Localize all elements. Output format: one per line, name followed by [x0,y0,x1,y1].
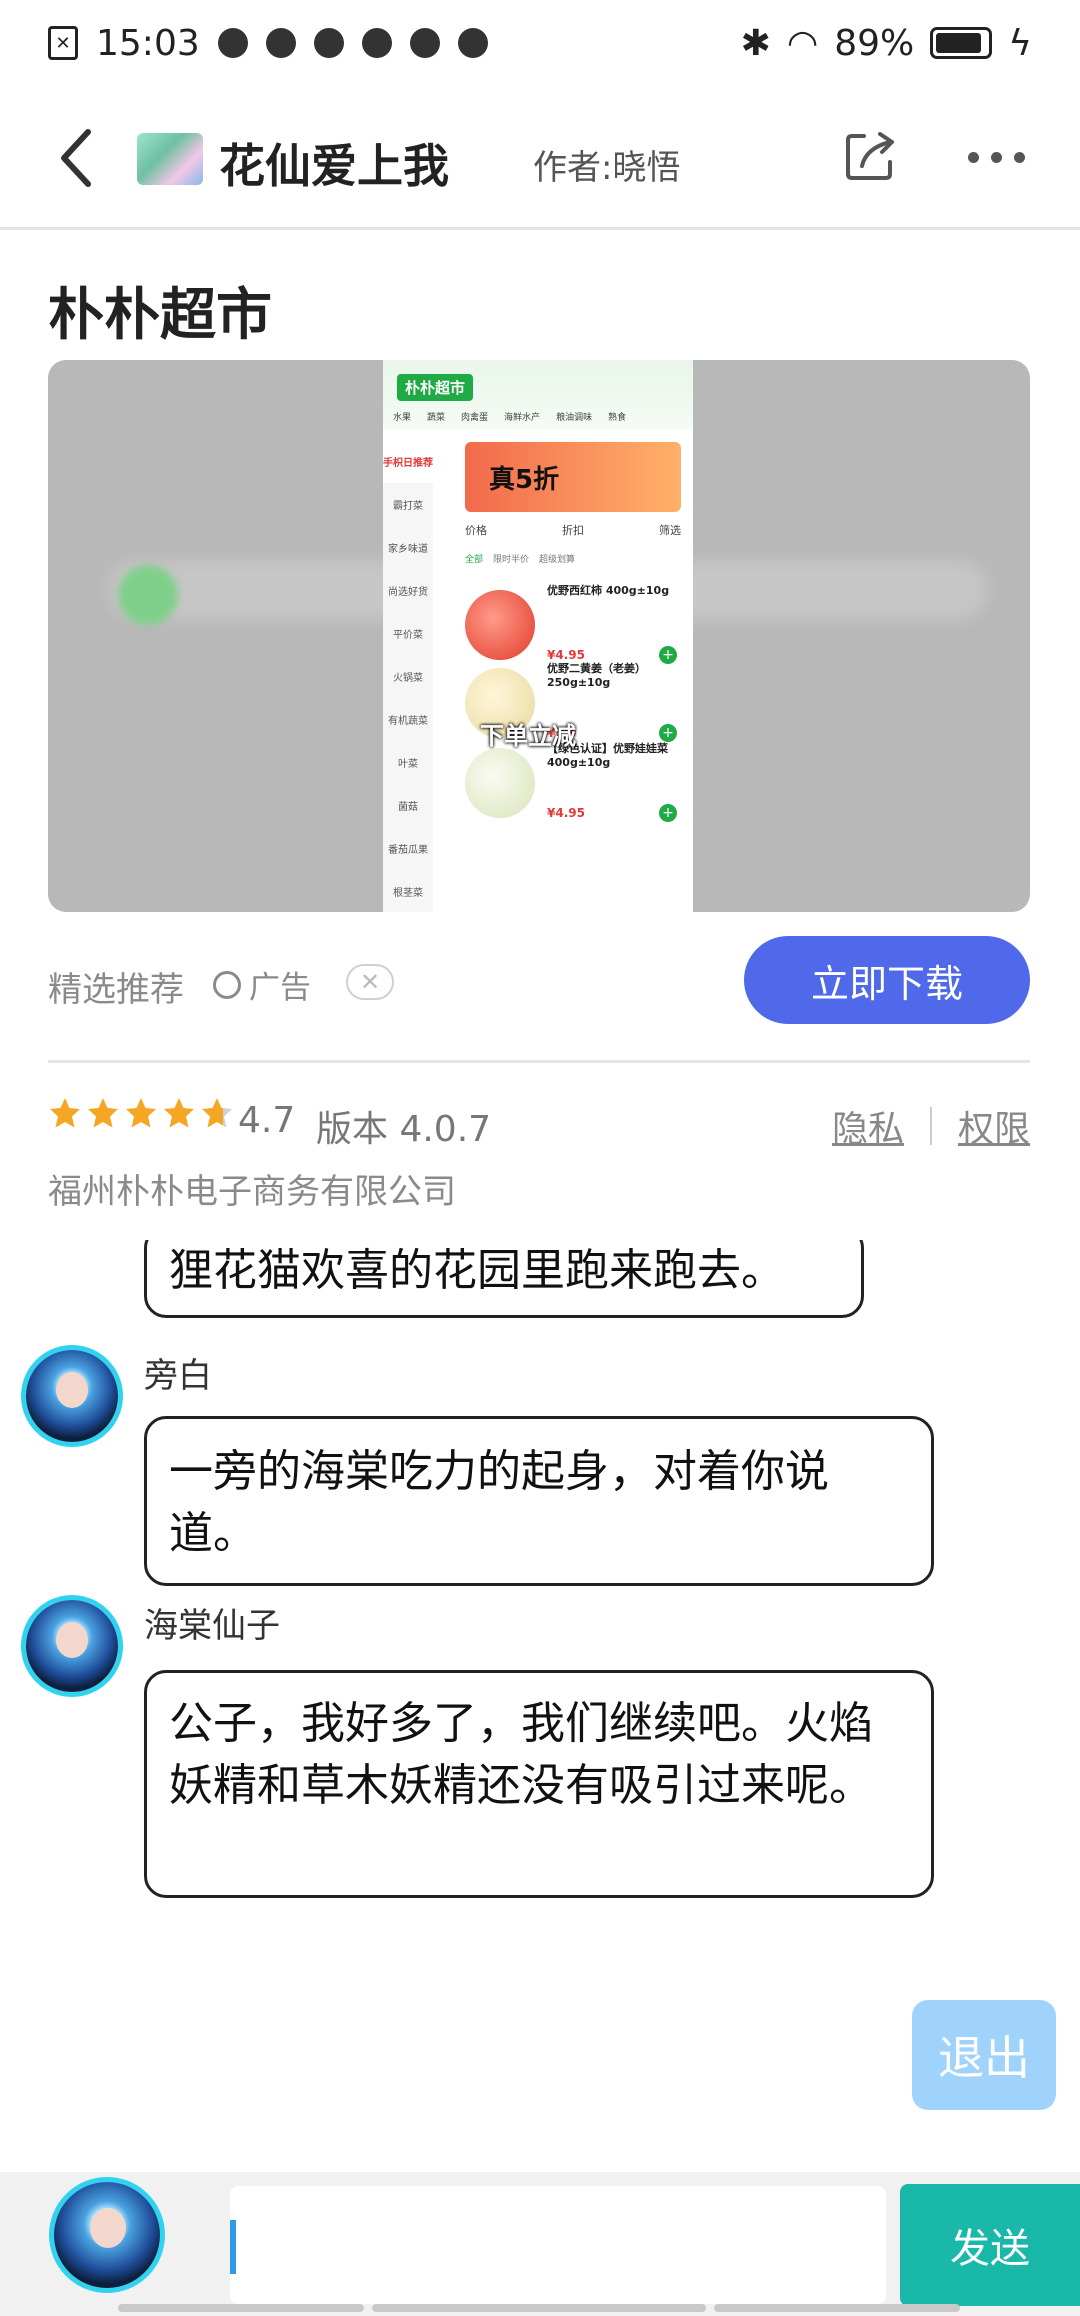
ad-brand-label: 朴朴超市 [397,374,474,401]
character-avatar [26,1600,118,1692]
ad-chip-row: 全部 限时半价 超级划算 [465,555,576,565]
battery-icon [930,27,993,59]
chat-bubble: 公子，我好多了，我们继续吧。火焰妖精和草木妖精还没有吸引过来呢。 [144,1670,934,1898]
privacy-link[interactable]: 隐私 [832,1100,904,1152]
ad-category-row: 水果 蔬菜 肉禽蛋 海鲜水产 粮油调味 熟食 [393,413,627,423]
rating-stars [48,1096,234,1130]
divider [48,1060,1030,1063]
star-icon [164,1098,194,1128]
page-title: 花仙爱上我 [219,139,449,193]
notification-icon [217,28,248,58]
ad-close-button[interactable]: ✕ [346,964,394,1000]
ad-label: 精选推荐 [48,970,184,1010]
app-rating-row: 4.7 版本 4.0.7 隐私 权限 [48,1096,1030,1156]
narrator-avatar [26,1350,118,1442]
cloud-icon [457,28,488,58]
bluetooth-icon: ✱ [740,22,771,64]
send-button[interactable]: 发送 [900,2184,1080,2306]
title-bar: 花仙爱上我 作者:晓悟 [0,86,1080,230]
ad-action-row: 精选推荐 广告 ✕ 立即下载 [48,936,1030,1030]
ad-phone-preview[interactable]: 朴朴超市 水果 蔬菜 肉禽蛋 海鲜水产 粮油调味 熟食 手枳日推荐 霸打菜 家乡… [383,360,693,912]
company-name: 福州朴朴电子商务有限公司 [48,1172,456,1212]
nav-bar-segment [372,2304,706,2312]
rating-score: 4.7 [238,1100,296,1141]
app-thumbnail [137,133,203,185]
add-cart-icon: + [659,804,677,822]
voice-icon [409,28,440,58]
chat-bubble: 一旁的海棠吃力的起身，对着你说道。 [144,1416,934,1586]
book-icon [361,28,392,58]
author-label: 作者:晓悟 [533,148,681,188]
ad-mark-icon [213,970,241,999]
usb-icon [265,28,296,58]
notification-x-icon: ✕ [48,26,78,60]
ad-title: 朴朴超市 [48,283,272,348]
app-version: 版本 4.0.7 [316,1109,492,1150]
ad-side-menu: 手枳日推荐 霸打菜 家乡味道 尚选好货 平价菜 火锅菜 有机蔬菜 叶菜 菌菇 番… [383,440,433,912]
ad-mark: 广告 [213,962,311,1007]
tiktok-icon [313,28,344,58]
nav-bar-segment [714,2304,960,2312]
ad-filter-row: 价格 折扣 筛选 [465,524,681,537]
download-button[interactable]: 立即下载 [744,936,1030,1024]
share-icon[interactable] [842,128,898,184]
battery-percent: 89% [834,22,915,64]
chat-bubble: 狸花猫欢喜的花园里跑来跑去。 [144,1240,864,1318]
charging-icon: ϟ [1008,22,1032,64]
star-icon [126,1098,156,1128]
add-cart-icon: + [659,724,677,742]
speaker-name: 旁白 [144,1356,212,1396]
permissions-link[interactable]: 权限 [958,1100,1030,1152]
ad-banner: 真5折 [465,442,681,512]
wifi-icon: ◠ [786,22,819,64]
star-icon [50,1098,80,1128]
status-bar: ✕ 15:03 ✱ ◠ 89% ϟ [0,0,1080,86]
back-arrow-icon[interactable] [54,126,98,190]
nav-bar-segment [118,2304,364,2312]
user-avatar[interactable] [54,2182,160,2288]
text-caret [230,2220,236,2274]
more-icon[interactable] [968,152,1025,163]
message-input[interactable] [230,2186,886,2304]
exit-button[interactable]: 退出 [912,2000,1056,2110]
speaker-name: 海棠仙子 [144,1606,280,1646]
ad-overlay-text: 下单立减 [480,722,576,750]
ad-product-item: 【绿色认证】优野娃娃菜 400g±10g ¥4.95 + [465,742,685,842]
status-time: 15:03 [96,22,200,64]
star-icon [88,1098,118,1128]
star-icon [202,1098,232,1128]
